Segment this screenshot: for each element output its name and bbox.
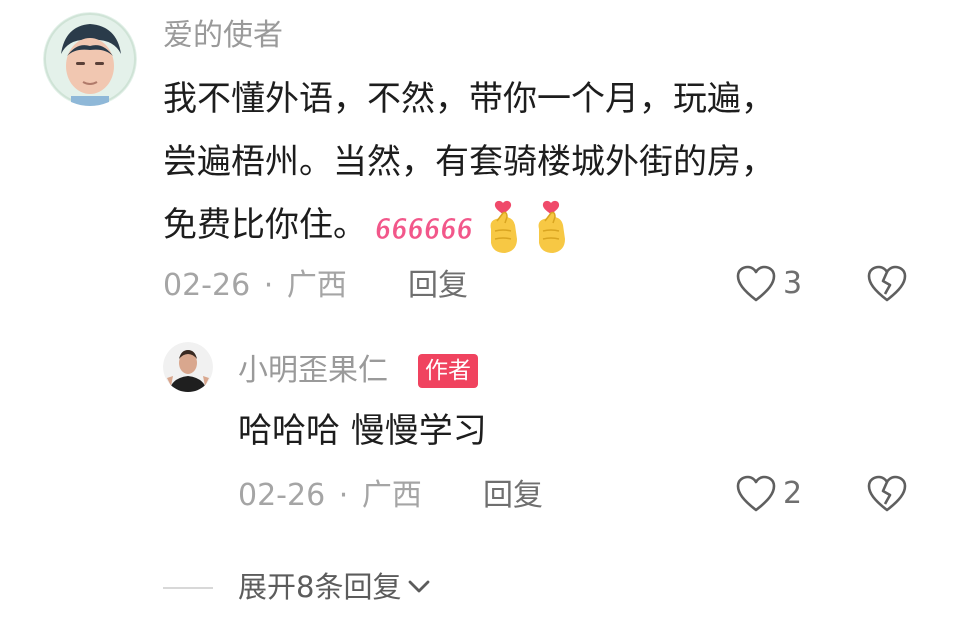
meta-separator: · [338,478,349,513]
emoji-666-sticker: 666666 [373,207,477,247]
reply-text: 哈哈哈 慢慢学习 [238,411,487,451]
comment-text-line-3: 免费比你住。 666666 [163,194,571,257]
comment-meta: 02-26 · 广西 [163,266,347,306]
commenter-username[interactable]: 爱的使者 [163,16,283,56]
author-badge: 作者 [418,354,478,388]
finger-heart-emoji-icon [483,199,523,255]
expand-divider [163,587,213,589]
emoji-666-text: 666666 [375,212,473,246]
reply-like-button[interactable]: 2 [735,474,802,514]
broken-heart-icon [867,475,907,512]
reply-dislike-button[interactable] [866,474,908,518]
reply-meta: 02-26 · 广西 [238,476,422,516]
comment-text-line-1: 我不懂外语，不然，带你一个月，玩遍， [163,79,775,119]
reply-author-avatar[interactable] [163,342,213,392]
reply-like-count: 2 [783,476,803,511]
commenter-avatar-image [43,12,137,106]
heart-outline-icon [736,265,776,302]
expand-replies-label: 展开8条回复 [238,570,402,604]
reply-location: 广西 [361,478,422,513]
reply-author-username[interactable]: 小明歪果仁 [238,351,388,391]
comment-like-button[interactable]: 3 [735,264,802,304]
expand-replies-button[interactable]: 展开8条回复 [238,567,431,607]
chevron-down-icon [409,580,430,593]
comment-location: 广西 [286,268,347,303]
reply-author-avatar-image [163,342,213,392]
heart-outline-icon [736,475,776,512]
commenter-avatar[interactable] [43,12,137,106]
meta-separator: · [263,268,274,303]
comment-thread: 爱的使者 我不懂外语，不然，带你一个月，玩遍， 尝遍梧州。当然，有套骑楼城外街的… [0,0,960,623]
comment-date: 02-26 [163,268,251,303]
comment-text-line-3-text: 免费比你住。 [163,205,367,245]
comment-like-count: 3 [783,266,803,301]
comment-reply-button[interactable]: 回复 [408,266,468,306]
comment-text-line-2: 尝遍梧州。当然，有套骑楼城外街的房， [163,142,775,182]
reply-date: 02-26 [238,478,326,513]
reply-reply-button[interactable]: 回复 [483,476,543,516]
finger-heart-emoji-icon [531,199,571,255]
broken-heart-icon [867,265,907,302]
comment-dislike-button[interactable] [866,264,908,308]
